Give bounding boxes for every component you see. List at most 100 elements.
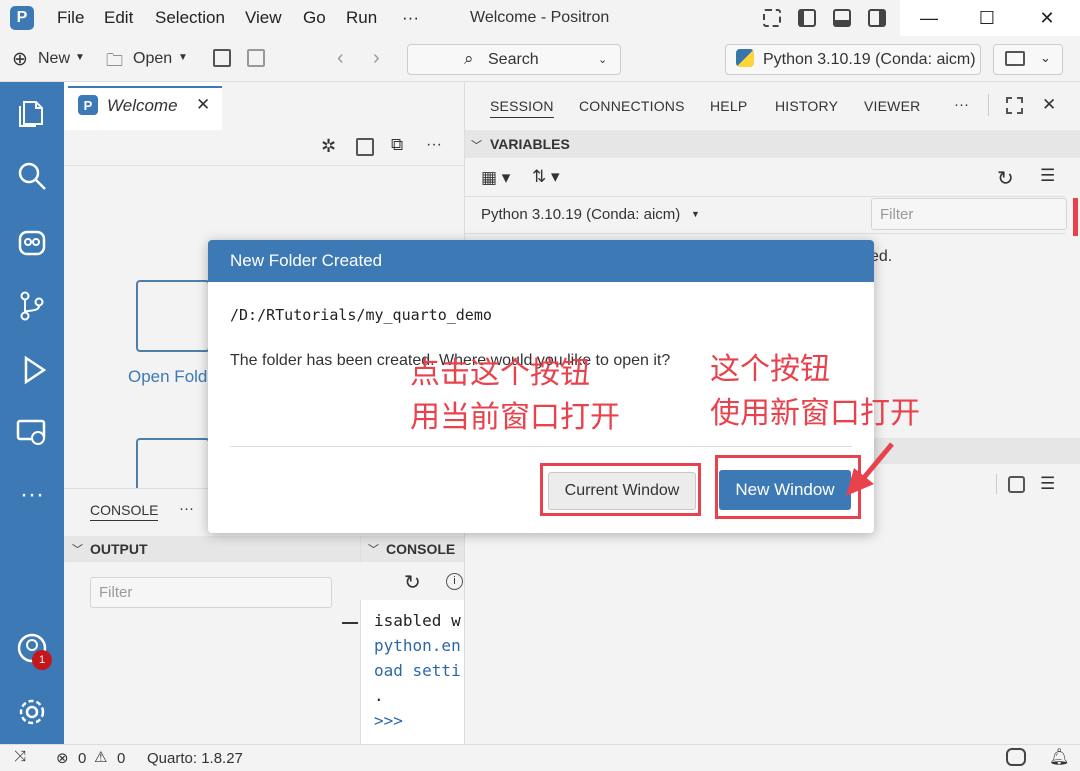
chevron-down-icon[interactable]: ﹀ — [368, 541, 379, 557]
source-control-icon[interactable] — [16, 290, 48, 322]
toggle-secondary-sidebar-icon[interactable] — [868, 9, 886, 27]
maximize-button[interactable]: ☐ — [958, 4, 1016, 32]
chevron-down-icon[interactable]: ﹀ — [72, 541, 83, 557]
chevron-down-icon[interactable]: ▼ — [178, 52, 188, 63]
settings-gear-icon[interactable] — [16, 696, 48, 728]
menu-selection[interactable]: Selection — [155, 8, 225, 28]
tab-help[interactable]: HELP — [710, 98, 747, 114]
error-icon[interactable]: ⊗ — [56, 749, 69, 767]
toggle-panel-icon[interactable] — [833, 9, 851, 27]
remote-explorer-icon[interactable] — [16, 416, 48, 448]
toggle-primary-sidebar-icon[interactable] — [798, 9, 816, 27]
notifications-bell-icon[interactable]: 🔔︎ — [1049, 747, 1069, 767]
minimize-button[interactable]: — — [900, 4, 958, 32]
back-icon[interactable]: ‹ — [337, 47, 344, 70]
close-icon[interactable]: ✕ — [196, 95, 210, 115]
quarto-version[interactable]: Quarto: 1.8.27 — [147, 750, 243, 767]
menu-file[interactable]: File — [57, 8, 84, 28]
sort-icon[interactable]: ⇅ ▾ — [532, 167, 560, 187]
split-editor-icon[interactable] — [356, 138, 374, 156]
annotation-text-right: 这个按钮 使用新窗口打开 — [710, 348, 920, 436]
tab-connections[interactable]: CONNECTIONS — [579, 98, 685, 114]
more-icon[interactable]: ··· — [16, 481, 48, 513]
refresh-icon[interactable]: ↻ — [997, 166, 1014, 191]
menu-more[interactable]: ··· — [402, 8, 419, 28]
assistant-icon[interactable] — [16, 226, 48, 258]
warning-count[interactable]: 0 — [117, 750, 125, 767]
variables-filter-input[interactable]: Filter — [871, 198, 1067, 230]
assistant-status-icon[interactable] — [1006, 748, 1026, 766]
forward-icon[interactable]: › — [373, 47, 380, 70]
folder-selector[interactable] — [993, 44, 1063, 75]
menu-edit[interactable]: Edit — [104, 8, 133, 28]
folder-icon[interactable] — [136, 280, 210, 352]
console-line: python.en — [374, 636, 461, 655]
new-button[interactable]: New — [38, 50, 70, 68]
folder-icon — [1005, 51, 1025, 66]
restart-icon[interactable]: ↻ — [404, 570, 421, 595]
tab-strip — [222, 82, 464, 130]
save-icon[interactable] — [213, 49, 231, 67]
open-external-icon[interactable]: ⧉ — [391, 135, 403, 155]
remote-icon[interactable]: ⤨ — [14, 748, 26, 765]
output-label: OUTPUT — [90, 541, 148, 557]
divider — [996, 474, 997, 494]
dialog-title: New Folder Created — [208, 240, 874, 282]
interpreter-label: Python 3.10.19 (Conda: aicm) — [763, 51, 976, 68]
close-icon[interactable]: ✕ — [1042, 95, 1056, 115]
clear-all-icon[interactable]: ☰ — [1040, 166, 1055, 186]
error-count[interactable]: 0 — [78, 750, 86, 767]
annotation-arrow-icon — [846, 442, 894, 496]
plot-window-icon[interactable] — [1008, 476, 1025, 493]
divider — [988, 94, 989, 116]
open-folder-link[interactable]: Open Fold — [128, 367, 207, 387]
console-line: oad setti — [374, 661, 461, 680]
console-line: isabled w — [374, 611, 461, 630]
tab-viewer[interactable]: VIEWER — [864, 98, 920, 114]
explorer-icon[interactable] — [16, 96, 48, 128]
maximize-panel-icon[interactable] — [1006, 97, 1023, 114]
console-line: . — [374, 686, 384, 705]
annotation-line: 用当前窗口打开 — [410, 400, 620, 435]
editor-toolbar — [64, 130, 464, 166]
folder-open-icon: 🗀 — [106, 51, 123, 70]
panel-more-icon[interactable]: ··· — [179, 500, 194, 517]
run-debug-icon[interactable] — [16, 354, 48, 386]
customize-layout-icon[interactable] — [763, 9, 781, 27]
search-icon[interactable] — [16, 160, 48, 192]
chevron-down-icon[interactable]: ⌄ — [598, 53, 607, 66]
clear-plots-icon[interactable]: ☰ — [1040, 474, 1055, 494]
folder-icon[interactable] — [136, 438, 210, 488]
warning-icon[interactable]: ⚠ — [94, 748, 107, 766]
close-window-button[interactable]: ✕ — [1018, 4, 1076, 32]
console-output[interactable]: isabled w python.en oad setti . >>> — [360, 600, 464, 744]
chevron-down-icon[interactable]: ﹀ — [471, 137, 482, 153]
console-prompt[interactable]: >>> — [374, 708, 461, 733]
ai-assistant-icon[interactable]: ✲ — [321, 136, 336, 157]
session-interpreter[interactable]: Python 3.10.19 (Conda: aicm) — [481, 206, 680, 223]
chevron-down-icon[interactable]: ▼ — [75, 52, 85, 63]
save-all-icon[interactable] — [247, 49, 265, 67]
tab-console[interactable]: CONSOLE — [90, 502, 159, 521]
tab-history[interactable]: HISTORY — [775, 98, 838, 114]
panel-more-icon[interactable]: ··· — [954, 96, 969, 113]
variables-label: VARIABLES — [490, 136, 570, 152]
tab-session[interactable]: SESSION — [490, 98, 554, 118]
menu-run[interactable]: Run — [346, 8, 377, 28]
info-icon[interactable]: i — [446, 573, 463, 590]
scrollbar-marker — [1073, 198, 1078, 236]
annotation-box-current — [540, 463, 701, 516]
menu-go[interactable]: Go — [303, 8, 326, 28]
grouping-icon[interactable]: ▦ ▾ — [481, 168, 510, 188]
open-button[interactable]: Open — [133, 50, 172, 68]
annotation-text-left: 点击这个按钮 用当前窗口打开 — [410, 352, 620, 440]
console-label: CONSOLE — [386, 541, 456, 557]
chevron-down-icon[interactable]: ▼ — [691, 209, 700, 219]
annotation-line: 使用新窗口打开 — [710, 396, 920, 431]
menu-view[interactable]: View — [245, 8, 282, 28]
scroll-indicator — [342, 622, 358, 624]
chevron-down-icon[interactable]: ⌄ — [1040, 50, 1051, 66]
search-icon: ⌕ — [464, 49, 474, 68]
more-actions-icon[interactable]: ··· — [426, 136, 442, 154]
output-filter-input[interactable]: Filter — [90, 577, 332, 608]
